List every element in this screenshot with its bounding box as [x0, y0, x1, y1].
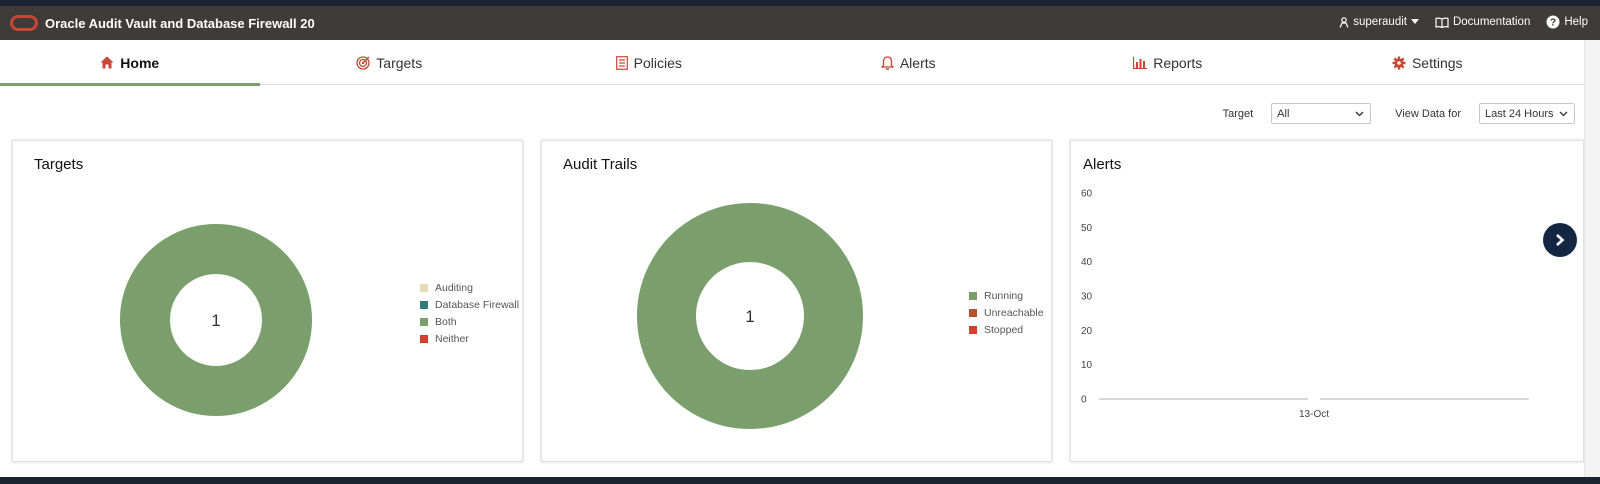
next-slide-button[interactable] [1543, 223, 1577, 257]
legend-item-neither[interactable]: Neither [420, 330, 519, 347]
target-filter-label: Target [1222, 107, 1254, 120]
legend-item-stopped[interactable]: Stopped [969, 321, 1044, 338]
y-tick-label: 20 [1081, 326, 1093, 337]
audit-trails-card: Audit Trails 1 Running Unreachable Stopped [541, 140, 1052, 462]
tab-reports[interactable]: Reports [1038, 40, 1298, 85]
view-data-label: View Data for [1395, 107, 1461, 120]
targets-legend: Auditing Database Firewall Both Neither [420, 279, 519, 347]
tab-policies[interactable]: Policies [519, 40, 779, 85]
user-name: superaudit [1353, 16, 1407, 28]
bar-chart-icon [1133, 56, 1148, 69]
chevron-down-icon [1559, 111, 1568, 116]
tab-targets-label: Targets [376, 54, 423, 71]
card-title: Audit Trails [563, 156, 638, 173]
donut-center-value: 1 [211, 311, 220, 330]
y-tick-label: 30 [1081, 292, 1093, 303]
tab-alerts-label: Alerts [899, 54, 936, 71]
legend-label: Auditing [435, 281, 473, 294]
app-header: Oracle Audit Vault and Database Firewall… [0, 6, 1600, 40]
legend-item-auditing[interactable]: Auditing [420, 279, 519, 296]
y-tick-label: 10 [1081, 360, 1093, 371]
y-tick-label: 40 [1081, 257, 1093, 268]
target-select-value: All [1277, 107, 1290, 120]
audit-trails-donut-chart: 1 [637, 203, 863, 429]
main-nav: Home Targets Policies Alerts Reports Set… [0, 40, 1600, 86]
user-menu[interactable]: superaudit [1339, 16, 1419, 28]
tab-settings-label: Settings [1411, 54, 1463, 71]
gear-icon [1392, 56, 1406, 69]
chevron-down-icon [1355, 111, 1364, 116]
app-title: Oracle Audit Vault and Database Firewall… [45, 16, 315, 31]
legend-swatch [969, 325, 977, 334]
legend-swatch [420, 334, 428, 343]
header-actions: superaudit Documentation ? Help [1339, 15, 1588, 29]
tab-home-label: Home [120, 54, 160, 71]
donut-center-value: 1 [745, 307, 754, 326]
legend-swatch [969, 291, 977, 300]
help-link[interactable]: ? Help [1546, 15, 1588, 29]
book-icon [1435, 17, 1449, 28]
legend-item-database-firewall[interactable]: Database Firewall [420, 296, 519, 313]
legend-label: Neither [435, 332, 469, 345]
alerts-bar-chart: 0 10 20 30 40 50 60 13-Oct [1081, 189, 1529, 420]
legend-item-both[interactable]: Both [420, 313, 519, 330]
legend-swatch [420, 300, 428, 309]
page-scrollbar[interactable] [1584, 40, 1600, 477]
documentation-link[interactable]: Documentation [1435, 16, 1530, 28]
tab-targets[interactable]: Targets [260, 40, 520, 85]
tab-alerts[interactable]: Alerts [779, 40, 1039, 85]
alerts-card: Alerts 0 10 20 30 40 50 60 13-Oct [1070, 140, 1584, 462]
target-icon [356, 55, 370, 70]
tab-reports-label: Reports [1153, 54, 1203, 71]
caret-down-icon [1410, 19, 1419, 24]
legend-label: Running [984, 289, 1024, 302]
policy-list-icon [615, 55, 628, 70]
legend-label: Stopped [984, 323, 1024, 336]
targets-card: Targets 1 Auditing Database Firewall Both N… [12, 140, 523, 462]
legend-label: Database Firewall [435, 298, 520, 311]
legend-item-unreachable[interactable]: Unreachable [969, 304, 1044, 321]
help-icon: ? [1546, 15, 1560, 29]
user-icon [1339, 16, 1349, 28]
tab-home[interactable]: Home [0, 40, 260, 86]
audit-trails-legend: Running Unreachable Stopped [969, 287, 1044, 338]
card-title: Targets [34, 156, 84, 173]
period-select-value: Last 24 Hours [1485, 107, 1554, 120]
bell-icon [880, 55, 894, 70]
y-tick-label: 0 [1081, 395, 1087, 406]
legend-swatch [420, 317, 428, 326]
legend-label: Unreachable [984, 306, 1044, 319]
documentation-label: Documentation [1452, 16, 1531, 28]
oracle-logo-icon [10, 15, 38, 31]
legend-label: Both [435, 315, 457, 328]
dashboard-filters: Target All View Data for Last 24 Hours [1223, 103, 1575, 124]
y-tick-label: 60 [1081, 189, 1093, 200]
legend-swatch [420, 283, 428, 292]
legend-item-running[interactable]: Running [969, 287, 1044, 304]
targets-donut-chart: 1 [120, 224, 312, 416]
help-label: Help [1564, 16, 1588, 28]
legend-swatch [969, 308, 977, 317]
chevron-right-icon [1556, 234, 1565, 246]
tab-policies-label: Policies [633, 54, 682, 71]
window-bottom-edge [0, 477, 1600, 484]
tab-settings[interactable]: Settings [1298, 40, 1558, 85]
period-select[interactable]: Last 24 Hours [1479, 103, 1575, 124]
target-select[interactable]: All [1271, 103, 1372, 124]
home-icon [100, 56, 114, 69]
x-tick-label: 13-Oct [1299, 409, 1329, 420]
y-tick-label: 50 [1081, 223, 1093, 234]
svg-text:?: ? [1550, 18, 1556, 29]
